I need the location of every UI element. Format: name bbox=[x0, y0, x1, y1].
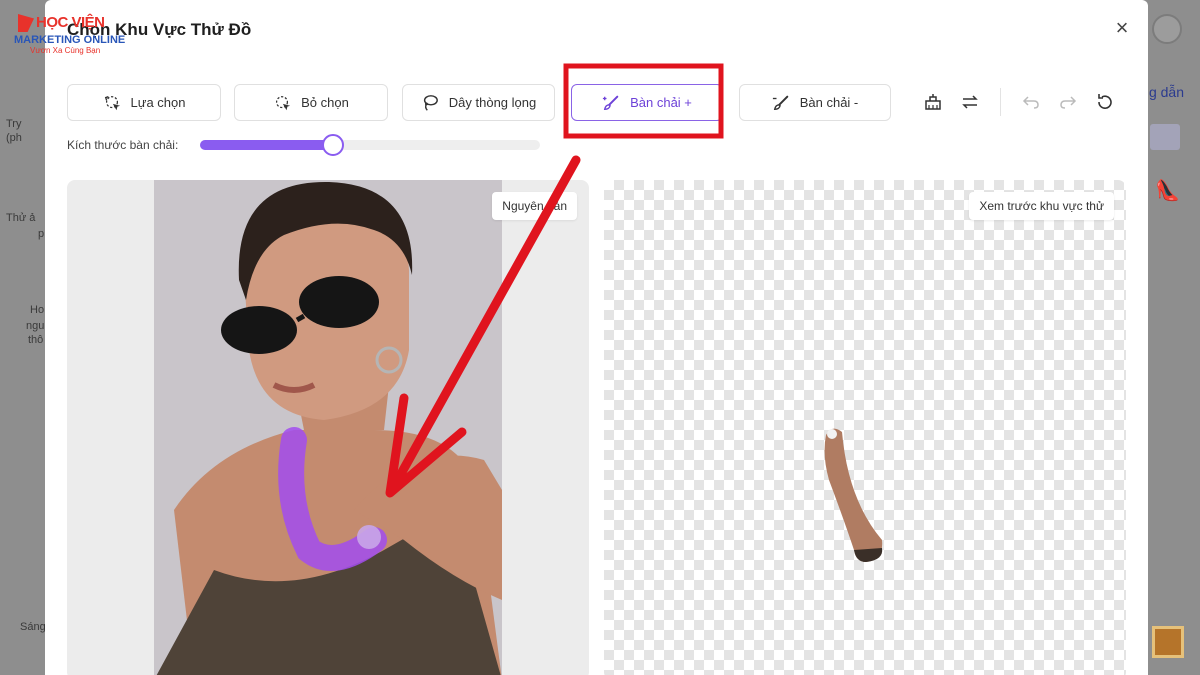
lasso-deselect-button[interactable]: Bỏ chọn bbox=[234, 84, 388, 121]
brush-minus-button[interactable]: Bàn chải - bbox=[739, 84, 891, 121]
eraser-icon bbox=[925, 94, 941, 110]
thumbnail bbox=[1152, 626, 1184, 658]
bg-text: Thử ả bbox=[6, 212, 36, 224]
avatar bbox=[1152, 14, 1182, 44]
logo-mark bbox=[18, 14, 34, 32]
shoe-icon: 👠 bbox=[1155, 180, 1180, 202]
reset-icon bbox=[1098, 94, 1112, 109]
close-button[interactable]: × bbox=[1110, 16, 1134, 40]
lasso-select-button[interactable]: Lựa chọn bbox=[67, 84, 221, 121]
redo-icon bbox=[1060, 96, 1077, 109]
logo-sub-text: MARKETING ONLINE bbox=[14, 34, 126, 46]
brush-size-fill bbox=[200, 140, 333, 150]
bg-text: Sáng bbox=[20, 621, 46, 633]
brush-size-label: Kích thước bàn chải: bbox=[67, 138, 179, 152]
bg-text: p bbox=[38, 228, 45, 240]
toolbar-divider bbox=[1000, 88, 1001, 116]
logo-tagline: Vươn Xa Cùng Bạn bbox=[30, 46, 101, 55]
brush-size-handle[interactable] bbox=[321, 134, 344, 156]
select-area-modal: Chọn Khu Vực Thử Đồ × Lựa chọn Bỏ chọn D… bbox=[45, 0, 1148, 675]
background-left-column: Try (ph Thử ả p Ho ngu thô Sáng bbox=[0, 0, 46, 675]
bg-text: (ph bbox=[6, 132, 22, 144]
redo-button[interactable] bbox=[1056, 90, 1080, 114]
tool-label: Bỏ chọn bbox=[301, 95, 349, 110]
swap-button[interactable] bbox=[958, 90, 982, 114]
brush-plus-button[interactable]: Bàn chải + bbox=[571, 84, 723, 121]
bg-text: thô bbox=[28, 334, 44, 346]
background-right-column: g dẫn 👠 bbox=[1146, 0, 1200, 675]
lasso-rope-button[interactable]: Dây thòng lọng bbox=[402, 84, 555, 121]
original-image-panel[interactable]: Nguyên bản bbox=[67, 180, 589, 675]
lasso-rope-icon bbox=[423, 94, 438, 111]
undo-button[interactable] bbox=[1019, 90, 1043, 114]
tool-label: Bàn chải - bbox=[799, 95, 859, 110]
model-photo bbox=[154, 180, 502, 675]
bg-text: Try bbox=[6, 118, 22, 130]
bg-text: Ho bbox=[30, 304, 45, 316]
bg-text: ngu bbox=[26, 320, 45, 332]
preview-tag: Xem trước khu vực thử bbox=[969, 192, 1114, 220]
eraser-button[interactable] bbox=[921, 90, 945, 114]
swap-icon bbox=[962, 95, 978, 109]
tool-label: Lựa chọn bbox=[130, 95, 186, 110]
brush-plus-icon bbox=[602, 95, 619, 110]
guide-link: g dẫn bbox=[1148, 84, 1184, 100]
brush-minus-icon bbox=[772, 95, 789, 110]
watermark-logo: HỌC VIỆN MARKETING ONLINE Vươn Xa Cùng B… bbox=[14, 12, 126, 58]
undo-icon bbox=[1022, 96, 1039, 109]
bg-bar bbox=[1150, 124, 1180, 150]
brush-size-slider[interactable] bbox=[200, 134, 540, 156]
lasso-deselect-icon bbox=[276, 95, 291, 110]
original-tag: Nguyên bản bbox=[492, 192, 577, 220]
preview-cutout bbox=[824, 428, 883, 562]
tool-label: Bàn chải + bbox=[630, 95, 692, 110]
reset-button[interactable] bbox=[1093, 90, 1117, 114]
lasso-select-icon bbox=[104, 95, 120, 110]
logo-main-text: HỌC VIỆN bbox=[36, 14, 105, 31]
preview-panel: Xem trước khu vực thử bbox=[604, 180, 1126, 675]
tool-label: Dây thòng lọng bbox=[448, 95, 537, 110]
